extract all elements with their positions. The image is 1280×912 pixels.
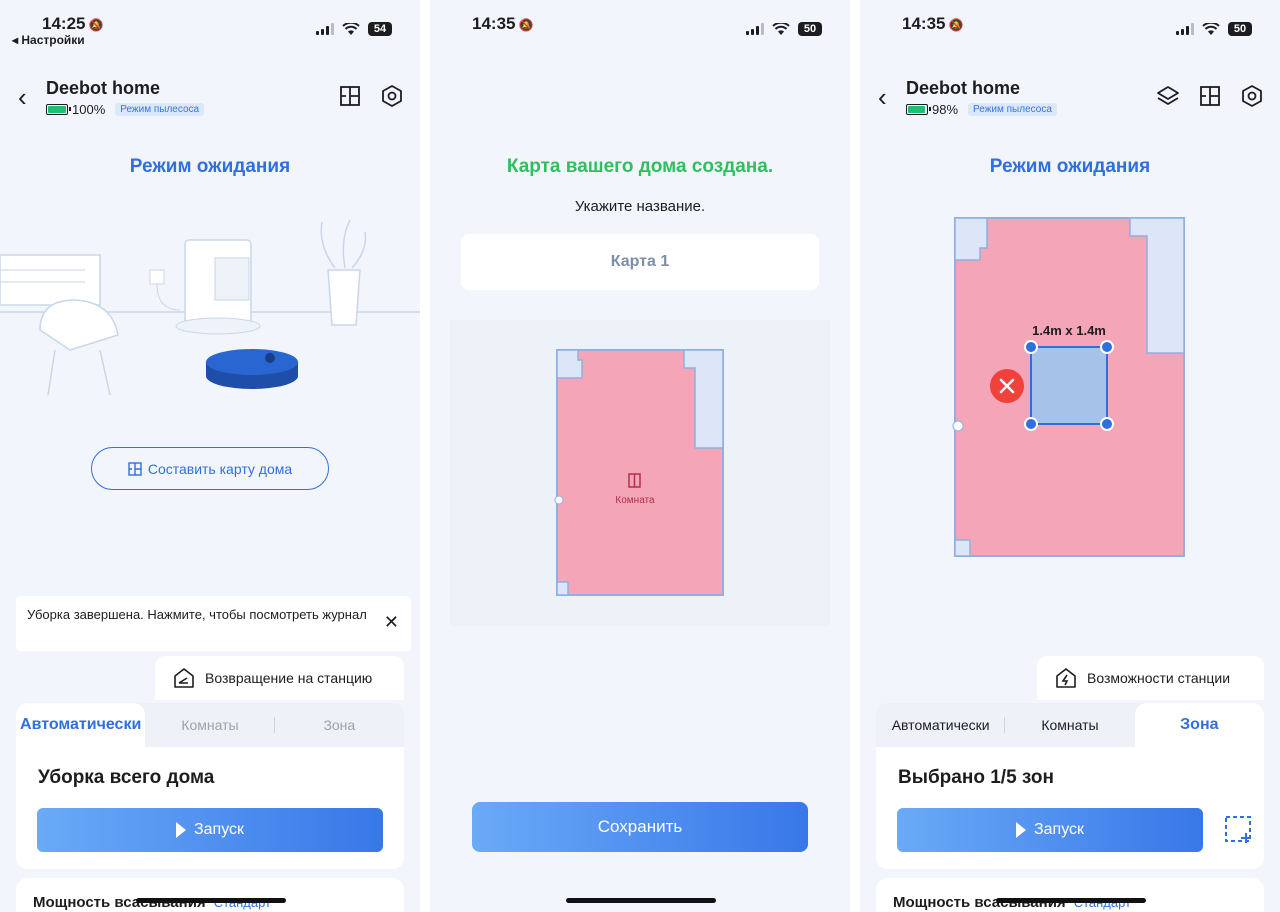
map-preview: Комната: [450, 320, 830, 626]
home-indicator[interactable]: [136, 898, 286, 903]
start-button[interactable]: Запуск: [37, 808, 383, 852]
back-chevron-icon[interactable]: ‹: [878, 84, 887, 110]
save-button[interactable]: Сохранить: [472, 802, 808, 852]
signal-icon: [746, 23, 764, 35]
mode-title: Выбрано 1/5 зон: [898, 767, 1054, 788]
mode-card: Выбрано 1/5 зон Запуск: [876, 747, 1264, 869]
station-features-button[interactable]: Возможности станции: [1037, 656, 1264, 700]
screen-zone-cleaning: 14:35 🔕 50 ‹ Deebot home 98% Режим пылесо…: [860, 0, 1280, 912]
tab-auto-label: Автоматически: [891, 717, 990, 733]
map-icon[interactable]: [338, 84, 362, 108]
robot-state: Режим ожидания: [129, 156, 291, 177]
header-actions: [338, 84, 404, 108]
station-button-label: Возможности станции: [1087, 670, 1231, 686]
zone-handle[interactable]: [1100, 417, 1114, 431]
signal-icon: [1176, 23, 1194, 35]
battery-indicator: 50: [798, 22, 822, 36]
play-icon: [175, 822, 186, 838]
start-button[interactable]: Запуск: [897, 808, 1203, 852]
battery-percent: 98%: [932, 102, 959, 117]
tab-rooms-label: Комнаты: [181, 717, 239, 733]
tab-auto[interactable]: Автоматически: [16, 703, 146, 747]
map-created-title: Карта вашего дома создана.: [506, 156, 774, 177]
device-status: 100% Режим пылесоса: [46, 102, 205, 117]
wifi-icon: [772, 22, 790, 35]
selected-zone[interactable]: [1030, 346, 1108, 425]
station-button-label: Возвращение на станцию: [205, 670, 373, 686]
suction-power-row[interactable]: Мощность всасыванияСтандарт: [876, 878, 1264, 912]
status-indicators: 50: [746, 22, 822, 36]
settings-hex-icon[interactable]: [1240, 84, 1264, 108]
zone-handle[interactable]: [1024, 417, 1038, 431]
home-indicator[interactable]: [996, 898, 1146, 903]
tab-zone[interactable]: Зона: [275, 703, 404, 747]
station-icon: [1056, 668, 1076, 688]
status-indicators: 54: [316, 22, 392, 36]
bell-off-icon: 🔕: [518, 18, 534, 32]
mode-tabs: Автоматически Комнаты Зона: [876, 703, 1264, 747]
make-map-button[interactable]: Составить карту дома: [91, 447, 329, 490]
play-icon: [1015, 822, 1026, 838]
bell-off-icon: 🔕: [88, 18, 104, 32]
status-time: 14:25 🔕: [42, 14, 104, 33]
status-indicators: 50: [1176, 22, 1252, 36]
zone-map: 1.4m x 1.4m: [952, 217, 1185, 557]
device-name: Deebot home: [46, 78, 161, 98]
device-header: ‹ Deebot home 100% Режим пылесоса: [0, 78, 420, 122]
home-indicator[interactable]: [566, 898, 716, 903]
tab-zone[interactable]: Зона: [1134, 703, 1264, 747]
battery-indicator: 54: [368, 22, 392, 36]
device-status: 98% Режим пылесоса: [906, 102, 1057, 117]
header-actions: [1156, 84, 1264, 108]
mode-tag: Режим пылесоса: [968, 103, 1057, 116]
screen-map-created: 14:35 🔕 50 Карта вашего дома создана. Ука…: [430, 0, 850, 912]
room-label: Комната: [615, 495, 655, 506]
map-name-input[interactable]: [461, 234, 819, 290]
map-name-prompt: Укажите название.: [574, 198, 706, 215]
device-header: ‹ Deebot home 98% Режим пылесоса: [860, 78, 1280, 122]
toast-text: Уборка завершена. Нажмите, чтобы посмотр…: [27, 607, 367, 622]
delete-zone-icon[interactable]: [990, 369, 1024, 403]
close-icon[interactable]: ✕: [384, 613, 399, 631]
battery-percent: 100%: [72, 102, 106, 117]
battery-charging-icon: [906, 104, 931, 115]
layers-icon[interactable]: [1156, 84, 1180, 108]
make-map-label: Составить карту дома: [147, 460, 293, 477]
tab-auto[interactable]: Автоматически: [876, 703, 1006, 747]
battery-indicator: 50: [1228, 22, 1252, 36]
status-time: 14:35 🔕: [902, 14, 964, 33]
battery-icon: [46, 104, 71, 115]
settings-hex-icon[interactable]: [380, 84, 404, 108]
map-icon[interactable]: [1198, 84, 1222, 108]
wifi-icon: [1202, 22, 1220, 35]
back-chevron-icon[interactable]: ‹: [18, 84, 27, 110]
add-zone-icon[interactable]: [1224, 815, 1254, 845]
cleaning-finished-toast[interactable]: Уборка завершена. Нажмите, чтобы посмотр…: [16, 596, 411, 651]
back-to-settings-link[interactable]: ◂ Настройки: [12, 33, 85, 47]
zone-size-label: 1.4m x 1.4m: [1032, 323, 1106, 338]
screen-home-standby: 14:25 🔕 ◂ Настройки 54 ‹ Deebot home 100%…: [0, 0, 420, 912]
mode-card: Уборка всего дома Запуск: [16, 747, 404, 869]
bell-off-icon: 🔕: [948, 18, 964, 32]
wifi-icon: [342, 22, 360, 35]
station-icon: [174, 668, 194, 688]
map-icon: [128, 461, 142, 476]
mode-tag: Режим пылесоса: [115, 103, 205, 116]
mode-title: Уборка всего дома: [38, 767, 215, 788]
tab-rooms[interactable]: Комнаты: [145, 703, 275, 747]
start-label: Запуск: [1033, 821, 1085, 838]
device-name: Deebot home: [906, 78, 1021, 98]
status-time: 14:35 🔕: [472, 14, 534, 33]
zone-handle[interactable]: [1100, 340, 1114, 354]
suction-power-row[interactable]: Мощность всасыванияСтандарт: [16, 878, 404, 912]
signal-icon: [316, 23, 334, 35]
tab-rooms[interactable]: Комнаты: [1005, 703, 1134, 747]
room-illustration: [0, 219, 420, 396]
robot-state: Режим ожидания: [989, 156, 1151, 177]
start-label: Запуск: [193, 821, 245, 838]
mode-tabs: Автоматически Комнаты Зона: [16, 703, 404, 747]
room-map: Комната: [554, 349, 724, 596]
zone-handle[interactable]: [1024, 340, 1038, 354]
return-to-station-button[interactable]: Возвращение на станцию: [155, 656, 404, 700]
